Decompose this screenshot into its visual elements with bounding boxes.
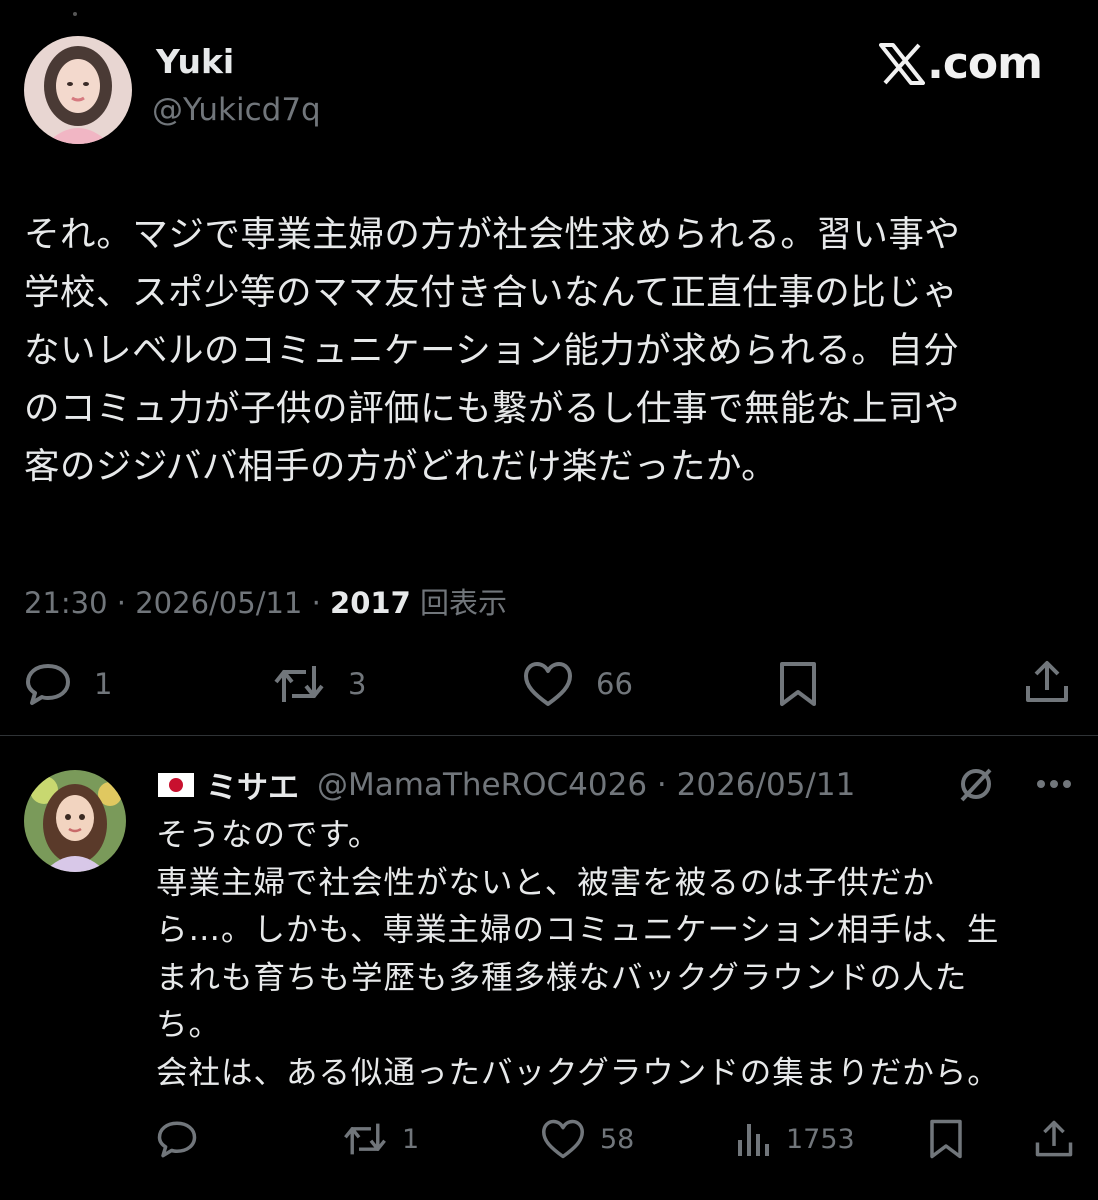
reply-icon bbox=[26, 664, 70, 705]
author-display-name[interactable]: Yuki bbox=[156, 42, 234, 81]
heart-icon bbox=[542, 1119, 584, 1159]
reply-author-avatar[interactable] bbox=[24, 770, 126, 872]
reply-count: 1 bbox=[94, 667, 113, 701]
grok-icon[interactable] bbox=[956, 764, 996, 804]
reply-bookmark-button[interactable] bbox=[926, 1118, 966, 1160]
view-label: 回表示 bbox=[410, 586, 507, 620]
author-avatar[interactable] bbox=[24, 36, 132, 144]
heart-icon bbox=[524, 662, 572, 706]
bookmark-icon bbox=[930, 1119, 962, 1159]
more-options-icon[interactable] bbox=[1036, 779, 1072, 789]
tweet-meta: 21:30 · 2026/05/11 · 2017 回表示 bbox=[24, 580, 507, 622]
user-avatar-icon bbox=[24, 770, 126, 872]
like-button[interactable]: 66 bbox=[522, 660, 633, 708]
meta-separator: · bbox=[647, 766, 677, 803]
bookmark-icon bbox=[780, 662, 816, 706]
x-logo-icon bbox=[879, 42, 926, 85]
meta-separator: · bbox=[302, 586, 331, 620]
share-icon bbox=[1035, 1120, 1073, 1157]
share-icon bbox=[1026, 661, 1068, 702]
reply-reply-button[interactable] bbox=[156, 1118, 198, 1160]
reply-handle[interactable]: @MamaTheROC4026 bbox=[317, 767, 647, 803]
tweet-action-bar: 1 3 66 bbox=[24, 656, 1074, 712]
reply-retweet-button[interactable]: 1 bbox=[342, 1118, 419, 1160]
reply-body: そうなのです。 専業主婦で社会性がないと、被害を被るのは子供だか ら…。しかも、… bbox=[156, 817, 1000, 1091]
reply-header-icons bbox=[956, 764, 1072, 804]
author-handle[interactable]: @Yukicd7q bbox=[152, 92, 321, 128]
view-count: 2017 bbox=[330, 586, 411, 620]
reply-view-count: 1753 bbox=[786, 1123, 855, 1155]
like-count: 66 bbox=[596, 667, 633, 701]
reply-icon bbox=[157, 1121, 197, 1158]
reply-like-count: 58 bbox=[600, 1123, 635, 1155]
meta-separator: · bbox=[107, 586, 136, 620]
section-divider bbox=[0, 735, 1098, 736]
retweet-icon bbox=[274, 666, 324, 702]
retweet-icon bbox=[344, 1123, 386, 1155]
x-com-logo: .com bbox=[879, 38, 1043, 89]
share-button[interactable] bbox=[1024, 658, 1070, 706]
retweet-count: 3 bbox=[348, 667, 367, 701]
reply-display-name[interactable]: ミサエ bbox=[206, 762, 299, 807]
x-com-text: .com bbox=[927, 38, 1043, 89]
reply-like-button[interactable]: 58 bbox=[540, 1118, 634, 1160]
reply-header: ミサエ @MamaTheROC4026 · 2026/05/11 bbox=[158, 762, 855, 807]
bookmark-button[interactable] bbox=[776, 660, 820, 708]
reply-action-bar: 1 58 1753 bbox=[156, 1118, 1076, 1162]
reply-date[interactable]: 2026/05/11 bbox=[677, 767, 856, 803]
status-dot bbox=[73, 12, 77, 16]
reply-retweet-count: 1 bbox=[402, 1123, 420, 1155]
tweet-body: それ。マジで専業主婦の方が社会性求められる。習い事や 学校、スポ少等のママ友付き… bbox=[24, 214, 961, 487]
reply-button[interactable]: 1 bbox=[24, 660, 112, 708]
reply-views-button[interactable]: 1753 bbox=[736, 1118, 855, 1160]
user-avatar-icon bbox=[24, 36, 132, 144]
reply-share-button[interactable] bbox=[1034, 1118, 1074, 1160]
analytics-icon bbox=[738, 1124, 769, 1156]
tweet-date[interactable]: 2026/05/11 bbox=[135, 586, 302, 620]
tweet-time[interactable]: 21:30 bbox=[24, 586, 108, 620]
retweet-button[interactable]: 3 bbox=[272, 660, 366, 708]
japan-flag-icon bbox=[158, 772, 194, 797]
